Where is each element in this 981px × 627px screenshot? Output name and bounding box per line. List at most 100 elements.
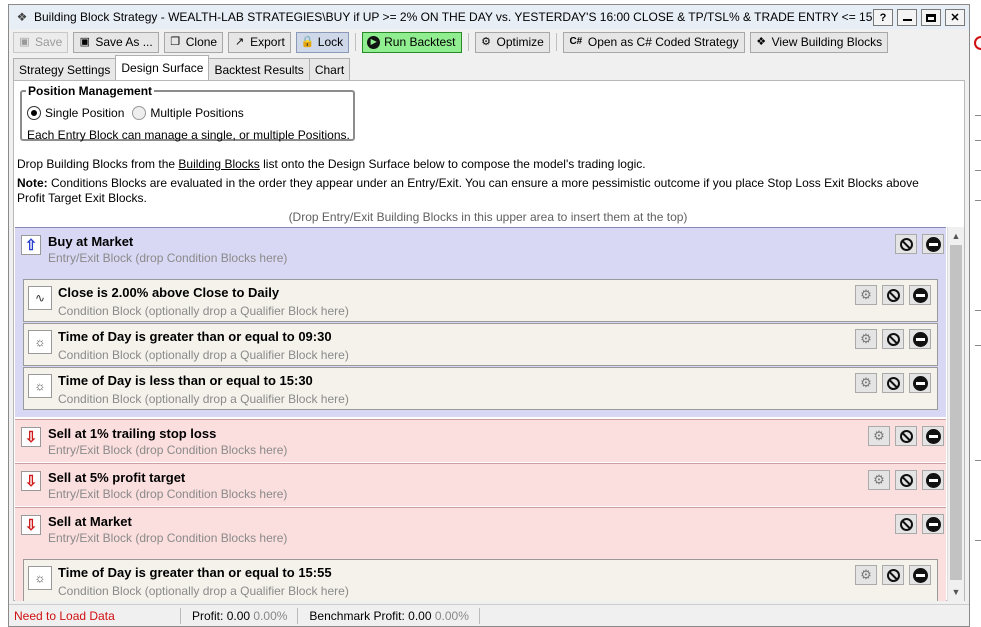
remove-block-button[interactable] — [922, 470, 944, 490]
gear-icon: ⚙ — [860, 287, 872, 302]
benchmark-status: Benchmark Profit: 0.00 0.00% — [298, 607, 480, 624]
disable-block-button[interactable] — [882, 565, 904, 585]
note-label: Note: — [17, 176, 48, 190]
settings-button[interactable]: ⚙ — [868, 426, 890, 446]
tab-strategy-settings[interactable]: Strategy Settings — [13, 58, 117, 80]
drop-hint: (Drop Entry/Exit Building Blocks in this… — [288, 210, 688, 224]
settings-button[interactable]: ⚙ — [868, 470, 890, 490]
settings-button[interactable]: ⚙ — [855, 373, 877, 393]
help-button[interactable]: ? — [873, 9, 893, 26]
entry-block-sell-at-market[interactable]: ⇩ Sell at Market Entry/Exit Block (drop … — [15, 507, 946, 601]
single-position-label[interactable]: Single Position — [45, 106, 124, 120]
close-button[interactable]: ✕ — [945, 9, 965, 26]
export-button[interactable]: ↗ Export — [228, 31, 291, 53]
entry-block-sell-trailing-stop[interactable]: ⇩ Sell at 1% trailing stop loss Entry/Ex… — [15, 419, 946, 462]
export-label: Export — [250, 35, 285, 49]
ban-icon — [886, 376, 900, 390]
disable-block-button[interactable] — [895, 426, 917, 446]
remove-block-button[interactable] — [909, 373, 931, 393]
condition-block-time-of-day-le[interactable]: ☼ Time of Day is less than or equal to 1… — [23, 367, 938, 410]
condition-block-close-above[interactable]: ∿ Close is 2.00% above Close to Daily Co… — [23, 279, 938, 322]
clone-icon: ❐ — [170, 35, 181, 48]
tab-backtest-results[interactable]: Backtest Results — [208, 58, 310, 80]
disable-block-button[interactable] — [882, 373, 904, 393]
minus-circle-icon — [912, 567, 928, 583]
minimize-button[interactable] — [897, 9, 917, 26]
maximize-button[interactable] — [921, 9, 941, 26]
edge-mark — [975, 460, 981, 461]
floppy-disk-icon: ▣ — [79, 35, 91, 48]
disable-block-button[interactable] — [895, 234, 917, 254]
block-actions — [895, 234, 944, 254]
scroll-down-icon[interactable]: ▼ — [948, 584, 964, 600]
export-icon: ↗ — [234, 35, 245, 48]
disable-block-button[interactable] — [895, 470, 917, 490]
remove-block-button[interactable] — [922, 426, 944, 446]
toolbar: ▣ Save ▣ Save As ... ❐ Clone ↗ Export 🔒 … — [9, 30, 969, 54]
arrow-down-icon: ⇩ — [21, 427, 41, 447]
entry-block-buy-at-market[interactable]: ⇧ Buy at Market Entry/Exit Block (drop C… — [15, 227, 946, 417]
remove-block-button[interactable] — [909, 329, 931, 349]
csharp-icon: C# — [569, 36, 583, 47]
ban-icon — [899, 473, 913, 487]
condition-block-time-of-day-ge-1555[interactable]: ☼ Time of Day is greater than or equal t… — [23, 559, 938, 601]
profit-label: Profit: — [192, 608, 224, 623]
floppy-disk-icon: ▣ — [19, 35, 30, 48]
benchmark-value: 0.00 — [408, 608, 432, 623]
save-button[interactable]: ▣ Save — [13, 31, 69, 53]
arrow-down-icon: ⇩ — [21, 471, 41, 491]
run-backtest-button[interactable]: ▶ Run Backtest — [362, 31, 462, 53]
condition-title: Time of Day is greater than or equal to … — [58, 329, 332, 344]
optimize-button[interactable]: ⚙ Optimize — [474, 31, 550, 53]
condition-title: Time of Day is less than or equal to 15:… — [58, 373, 313, 388]
multiple-positions-radio[interactable] — [132, 106, 147, 120]
disable-block-button[interactable] — [882, 285, 904, 305]
clone-label: Clone — [185, 35, 218, 49]
single-position-radio[interactable] — [27, 106, 41, 120]
arrow-down-icon: ⇩ — [21, 515, 41, 535]
condition-actions: ⚙ — [855, 285, 931, 305]
ban-icon — [899, 429, 913, 443]
disable-block-button[interactable] — [895, 514, 917, 534]
tab-design-surface[interactable]: Design Surface — [115, 55, 210, 80]
remove-block-button[interactable] — [909, 285, 931, 305]
clone-button[interactable]: ❐ Clone — [163, 31, 224, 53]
condition-title: Time of Day is greater than or equal to … — [58, 565, 332, 580]
view-building-blocks-button[interactable]: ❖ View Building Blocks — [749, 31, 889, 53]
disable-block-button[interactable] — [882, 329, 904, 349]
profit-value: 0.00 — [226, 608, 251, 623]
benchmark-pct: 0.00% — [434, 608, 469, 623]
lock-button[interactable]: 🔒 Lock — [295, 31, 350, 53]
toolbar-separator — [467, 33, 469, 51]
instructions-text: Drop Building Blocks from the Building B… — [17, 157, 646, 171]
condition-block-time-of-day-ge[interactable]: ☼ Time of Day is greater than or equal t… — [23, 323, 938, 366]
scroll-thumb[interactable] — [950, 245, 962, 580]
multiple-positions-label[interactable]: Multiple Positions — [150, 106, 243, 120]
block-surface[interactable]: ⇧ Buy at Market Entry/Exit Block (drop C… — [15, 227, 947, 601]
remove-block-button[interactable] — [922, 234, 944, 254]
remove-block-button[interactable] — [922, 514, 944, 534]
position-mode-options: Single Position Multiple Positions — [27, 106, 252, 120]
remove-block-button[interactable] — [909, 565, 931, 585]
settings-button[interactable]: ⚙ — [855, 285, 877, 305]
toolbar-separator — [355, 33, 357, 51]
block-subtitle: Entry/Exit Block (drop Condition Blocks … — [48, 487, 288, 501]
save-as-button[interactable]: ▣ Save As ... — [73, 31, 159, 53]
tab-chart[interactable]: Chart — [308, 58, 351, 80]
ban-icon — [899, 517, 913, 531]
condition-actions: ⚙ — [855, 329, 931, 349]
strategy-window: ❖ Building Block Strategy - WEALTH-LAB S… — [8, 4, 970, 627]
scroll-up-icon[interactable]: ▲ — [948, 228, 964, 244]
condition-subtitle: Condition Block (optionally drop a Quali… — [58, 584, 349, 598]
entry-block-sell-profit-target[interactable]: ⇩ Sell at 5% profit target Entry/Exit Bl… — [15, 463, 946, 506]
block-title: Sell at 1% trailing stop loss — [48, 426, 217, 441]
edge-mark — [975, 170, 981, 171]
settings-button[interactable]: ⚙ — [855, 565, 877, 585]
settings-button[interactable]: ⚙ — [855, 329, 877, 349]
open-csharp-button[interactable]: C# Open as C# Coded Strategy — [562, 31, 745, 53]
vertical-scrollbar[interactable]: ▲ ▼ — [947, 227, 964, 601]
condition-actions: ⚙ — [855, 373, 931, 393]
gear-icon: ⚙ — [873, 472, 885, 487]
gear-icon: ⚙ — [860, 375, 872, 390]
building-blocks-link[interactable]: Building Blocks — [178, 157, 259, 171]
